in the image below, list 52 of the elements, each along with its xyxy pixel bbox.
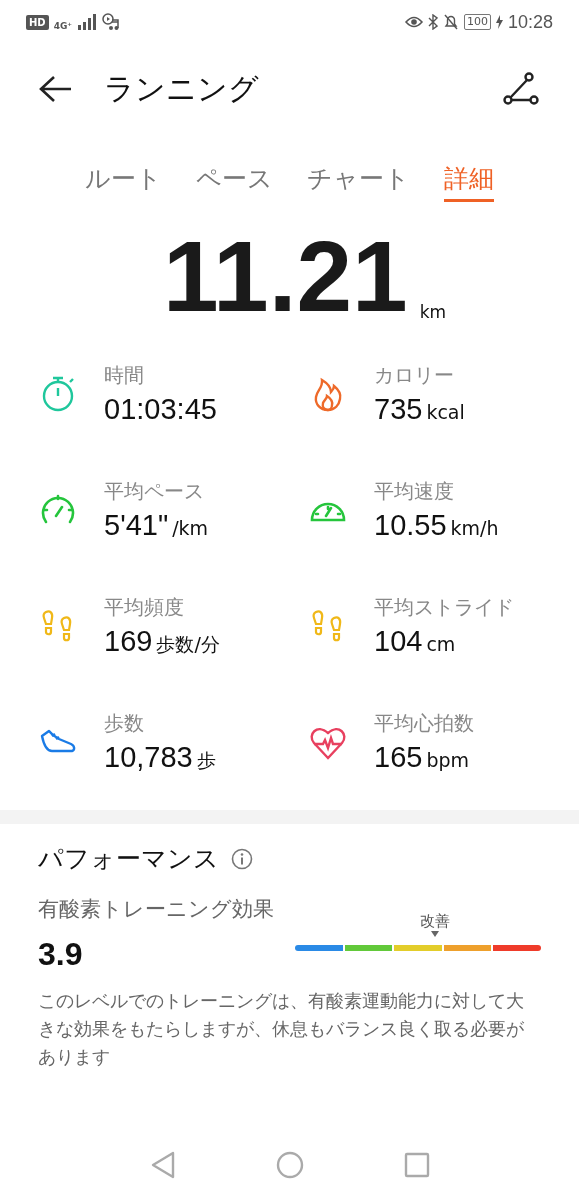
stat-unit: kcal: [426, 401, 465, 423]
stat-label: カロリー: [374, 362, 455, 389]
stat-label: 平均心拍数: [374, 710, 474, 737]
muted-bell-icon: [442, 14, 459, 30]
stat-unit: /km: [172, 517, 209, 539]
description-text: このレベルでのトレーニングは、有酸素運動能力に対して大きな効果をもたらしますが、休息もバランス良く取る必要があります: [38, 989, 525, 1069]
stat-unit: cm: [426, 633, 456, 655]
tab[interactable]: 詳細: [444, 158, 494, 202]
stat-label: 時間: [104, 362, 145, 389]
eye-icon: [404, 15, 423, 29]
distance-unit: km: [419, 302, 447, 322]
stat-unit: 歩: [196, 748, 216, 773]
stat-label: 歩数: [104, 710, 145, 737]
stat-value: 10.55: [374, 509, 447, 542]
stat-value: 01:03:45: [104, 393, 217, 426]
music-icon: [102, 13, 121, 31]
stat-value: 10,783: [104, 741, 193, 774]
stat-unit: km/h: [450, 517, 499, 539]
stat-label: 平均ストライド: [374, 594, 514, 621]
home-nav-button[interactable]: [275, 1151, 304, 1179]
stat-unit: bpm: [426, 749, 470, 771]
network-label: 4G⁺: [53, 21, 73, 31]
section-title: パフォーマンス: [38, 843, 219, 875]
stat-value: 165: [374, 741, 423, 774]
charging-icon: [495, 15, 503, 29]
tab[interactable]: ペース: [196, 158, 273, 202]
stat-label: 平均ペース: [104, 478, 205, 505]
stat-value: 735: [374, 393, 423, 426]
tab[interactable]: ルート: [85, 158, 162, 202]
stat-value: 5'41": [104, 509, 169, 542]
bluetooth-icon: [427, 14, 438, 30]
stat-label: 平均速度: [374, 478, 455, 505]
gauge-label: 改善: [420, 910, 451, 931]
share-button[interactable]: [503, 72, 539, 106]
page-title: ランニング: [104, 69, 260, 108]
stat-value: 104: [374, 625, 423, 658]
stat-unit: 歩数/分: [156, 632, 220, 657]
stat-label: 平均頻度: [104, 594, 185, 621]
info-icon[interactable]: [231, 847, 253, 870]
signal-icon: [77, 14, 98, 30]
back-button[interactable]: [38, 75, 72, 103]
distance-value: 11.21: [162, 226, 408, 326]
clock-time: 10:28: [507, 11, 553, 33]
hd-badge: HD: [26, 14, 49, 30]
marker-icon: [431, 930, 440, 937]
score-value: 3.9: [38, 935, 84, 973]
back-nav-button[interactable]: [149, 1151, 176, 1179]
recents-nav-button[interactable]: [403, 1152, 430, 1178]
battery-indicator: 100: [463, 14, 491, 30]
stat-value: 169: [104, 625, 153, 658]
metric-label: 有酸素トレーニング効果: [38, 896, 275, 923]
tab[interactable]: チャート: [307, 158, 410, 202]
